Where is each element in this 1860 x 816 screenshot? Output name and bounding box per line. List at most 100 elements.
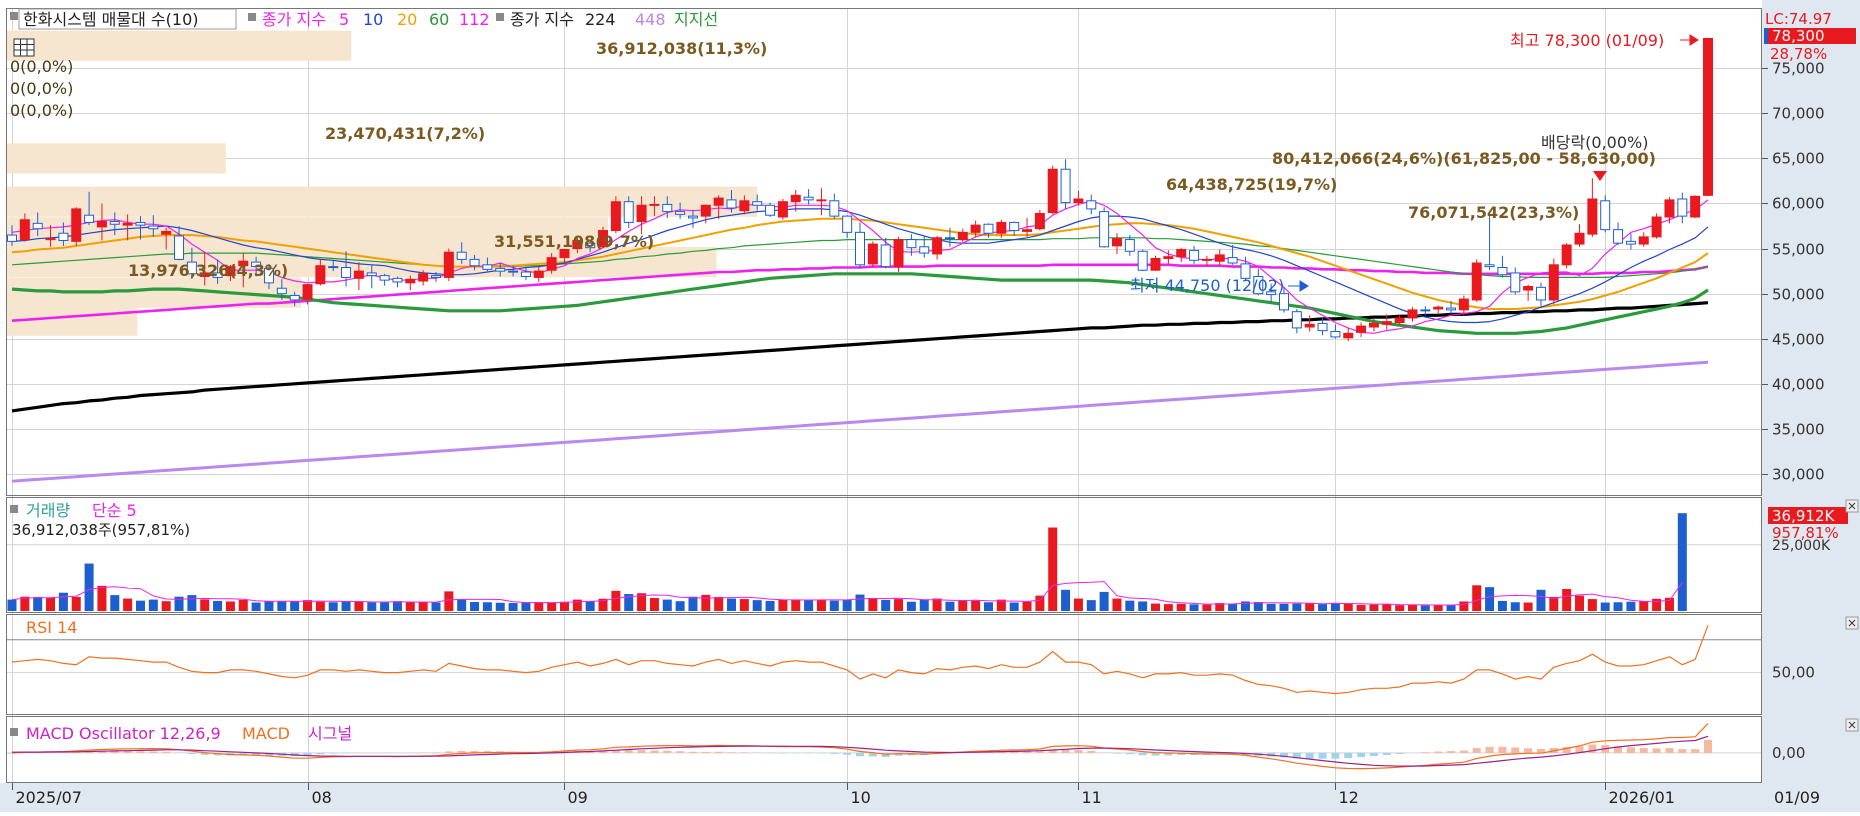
volume-profile-label: 64,438,725(19,7%) <box>1166 175 1337 194</box>
volume-bar <box>1382 604 1391 611</box>
candle-body <box>1421 310 1430 311</box>
last-price-label: 78,300 <box>1772 27 1825 45</box>
macd-histogram-bar <box>1421 752 1429 753</box>
volume-bar <box>1074 599 1083 611</box>
volume-bar <box>830 601 839 611</box>
zero-annotation: 0(0,0%) <box>10 79 73 98</box>
candle-body <box>354 271 363 278</box>
candle-body <box>1562 245 1571 265</box>
volume-bar <box>483 602 492 611</box>
macd-histogram-bar <box>1344 753 1352 758</box>
close-icon[interactable] <box>1846 617 1858 629</box>
volume-bar <box>817 600 826 611</box>
volume-bar <box>162 601 171 611</box>
volume-bar <box>33 597 42 611</box>
candle-body <box>1691 196 1700 217</box>
macd-histogram-bar <box>856 753 864 756</box>
macd-histogram-bar <box>1152 753 1160 756</box>
candle-body <box>496 268 505 271</box>
candle-body <box>1704 39 1713 196</box>
volume-bar <box>1177 604 1186 611</box>
candle-body <box>1511 273 1520 292</box>
macd-histogram-bar <box>1139 753 1147 755</box>
volume-bar <box>72 597 81 611</box>
volume-bar <box>419 602 428 611</box>
macd-histogram-bar <box>1126 753 1134 754</box>
macd-histogram-bar <box>316 753 324 754</box>
candle-body <box>123 223 132 225</box>
macd-histogram-bar <box>728 752 736 753</box>
high-price-annotation: 최고 78,300 (01/09) <box>1510 31 1664 50</box>
volume-bar <box>971 601 980 611</box>
price-legend[interactable]: 한화시스템 매물대 수(10) 종가 지수 5 10 20 60 112 종가 … <box>10 9 718 29</box>
volume-bar <box>1023 602 1032 611</box>
volume-bar <box>958 601 967 611</box>
candle-body <box>958 232 967 239</box>
volume-bar <box>611 591 620 611</box>
candle-body <box>1100 212 1109 247</box>
candle-body <box>1408 310 1417 318</box>
volume-bar <box>894 599 903 611</box>
table-icon[interactable] <box>14 39 34 56</box>
volume-bar <box>59 593 68 611</box>
macd-histogram-bar <box>188 753 196 754</box>
volume-bar <box>1549 597 1558 611</box>
candle-body <box>1614 230 1623 244</box>
macd-histogram-bar <box>1383 753 1391 755</box>
candle-body <box>984 224 993 233</box>
candle-body <box>894 240 903 267</box>
volume-bar <box>586 601 595 611</box>
candle-body <box>1524 286 1533 290</box>
volume-bar <box>714 597 723 611</box>
candle-body <box>1395 318 1404 323</box>
volume-bar <box>367 602 376 611</box>
candle-body <box>778 202 787 217</box>
volume-bar <box>110 595 119 611</box>
candle-body <box>432 276 441 278</box>
volume-bar <box>1228 604 1237 611</box>
date-label: 10 <box>851 788 871 807</box>
date-label: 09 <box>568 788 588 807</box>
candle-body <box>1665 200 1674 217</box>
volume-bar <box>1562 589 1571 611</box>
volume-bar <box>200 599 209 611</box>
volume-bar <box>1138 601 1147 611</box>
volume-bar <box>1395 605 1404 611</box>
volume-bar <box>1100 592 1109 611</box>
chart-canvas[interactable]: 36,912,038(11,3%)23,470,431(7,2%)80,412,… <box>0 0 1860 812</box>
volume-bar <box>1434 605 1443 611</box>
date-label: 08 <box>312 788 332 807</box>
candle-body <box>1459 299 1468 310</box>
candle-body <box>483 265 492 270</box>
candle-body <box>791 195 800 201</box>
legend-box-icon <box>10 505 18 513</box>
candle-body <box>1125 240 1134 252</box>
candle-body <box>688 216 697 218</box>
volume-bar <box>329 602 338 611</box>
candle-body <box>175 236 184 259</box>
macd-histogram-bar <box>676 751 684 753</box>
macd-histogram-bar <box>1036 751 1044 753</box>
volume-bar <box>856 595 865 611</box>
stock-chart-window: 36,912,038(11,3%)23,470,431(7,2%)80,412,… <box>0 0 1860 812</box>
candle-body <box>534 271 543 277</box>
macd-histogram-bar <box>1704 740 1712 753</box>
volume-bar <box>766 601 775 611</box>
macd-histogram-bar <box>1434 752 1442 753</box>
candle-body <box>1472 263 1481 300</box>
macd-histogram-bar <box>149 751 157 752</box>
candle-body <box>611 202 620 231</box>
macd-histogram-bar <box>1627 747 1635 753</box>
close-icon[interactable] <box>1846 719 1858 731</box>
support-label: 지지선 <box>674 10 718 29</box>
candle-body <box>907 240 916 248</box>
price-tick-label: 65,000 <box>1772 150 1825 168</box>
volume-bar <box>354 602 363 611</box>
volume-bar <box>1369 605 1378 611</box>
candle-body <box>1074 199 1083 203</box>
volume-bar <box>1267 604 1276 611</box>
close-icon[interactable] <box>1846 500 1858 512</box>
current-date-label: 01/09 <box>1774 788 1820 807</box>
candle-body <box>1536 287 1545 300</box>
volume-bar <box>277 601 286 611</box>
